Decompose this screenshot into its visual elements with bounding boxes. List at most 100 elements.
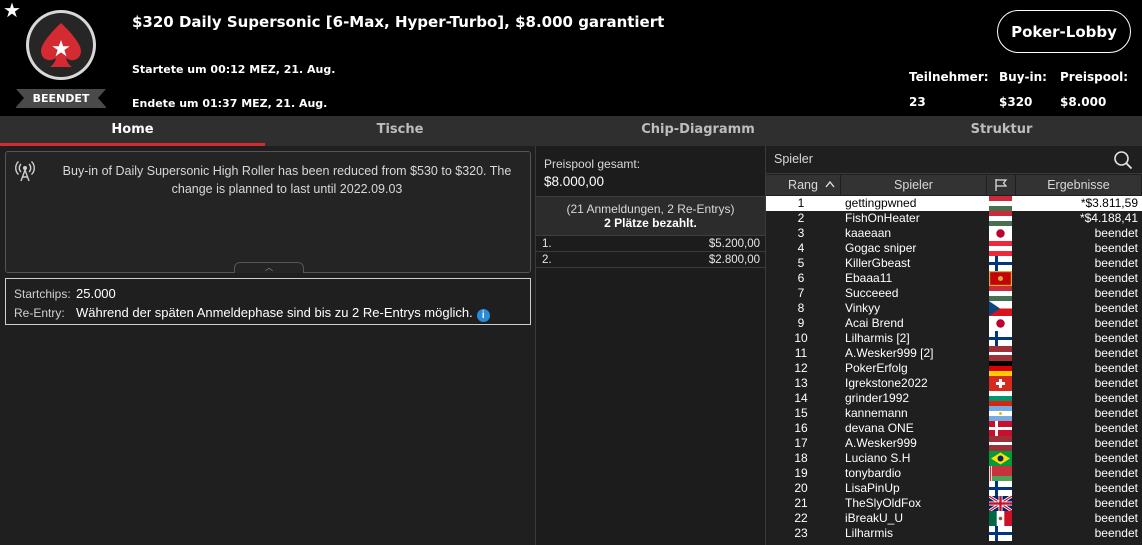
- player-name: tonybardio: [845, 466, 902, 480]
- player-row[interactable]: 2 FishOnHeater *$4.188,41: [766, 211, 1142, 226]
- player-name: FishOnHeater: [845, 211, 920, 225]
- player-name: devana ONE: [845, 421, 914, 435]
- player-row[interactable]: 21 TheSlyOldFox beendet: [766, 496, 1142, 511]
- player-result: beendet: [1094, 481, 1138, 495]
- player-name: Luciano S.H: [845, 451, 911, 465]
- payout-row: 2. $2.800,00: [536, 253, 765, 268]
- tab-structure[interactable]: Struktur: [861, 116, 1142, 146]
- player-result: *$3.811,59: [1080, 196, 1138, 210]
- tab-chip-chart[interactable]: Chip-Diagramm: [535, 116, 861, 146]
- player-rank: 10: [794, 331, 808, 345]
- status-badge: BEENDET: [16, 89, 106, 108]
- prizepool-panel: Preispool gesamt: $8.000,00 (21 Anmeldun…: [535, 146, 766, 545]
- info-icon[interactable]: i: [476, 309, 490, 322]
- flag-denmark-icon: [989, 421, 1012, 436]
- entries-summary: (21 Anmeldungen, 2 Re-Entrys) 2 Plätze b…: [536, 196, 765, 236]
- broadcast-icon: [15, 160, 35, 182]
- player-row[interactable]: 16 devana ONE beendet: [766, 421, 1142, 436]
- flag-hungary-icon: [989, 211, 1012, 226]
- tab-tables[interactable]: Tische: [265, 116, 535, 146]
- player-rank: 22: [794, 511, 808, 525]
- player-row[interactable]: 15 kannemann beendet: [766, 406, 1142, 421]
- player-row[interactable]: 11 A.Wesker999 [2] beendet: [766, 346, 1142, 361]
- player-rank: 11: [794, 346, 808, 360]
- player-name: Igrekstone2022: [845, 376, 928, 390]
- player-row[interactable]: 9 Acai Brend beendet: [766, 316, 1142, 331]
- tab-home[interactable]: Home: [0, 116, 265, 146]
- participants-label: Teilnehmer:: [909, 70, 989, 84]
- player-name: Lilharmis [2]: [845, 331, 910, 345]
- player-name: Gogac sniper: [845, 241, 917, 255]
- player-row[interactable]: 18 Luciano S.H beendet: [766, 451, 1142, 466]
- player-result: beendet: [1094, 316, 1138, 330]
- player-rank: 16: [794, 421, 808, 435]
- column-rank-header[interactable]: Rang: [766, 175, 841, 195]
- player-rank: 7: [797, 286, 805, 300]
- column-player-header[interactable]: Spieler: [841, 175, 987, 195]
- player-row[interactable]: 4 Gogac sniper beendet: [766, 241, 1142, 256]
- sort-ascending-icon[interactable]: [823, 176, 837, 194]
- player-row[interactable]: 6 Ebaaa11 beendet: [766, 271, 1142, 286]
- payout-position: 1.: [542, 238, 552, 250]
- flag-finland-icon: [989, 331, 1012, 346]
- player-row[interactable]: 7 Succeeed beendet: [766, 286, 1142, 301]
- player-result: *$4.188,41: [1079, 211, 1138, 225]
- prizepool-value: $8.000: [1060, 95, 1107, 109]
- poker-lobby-button[interactable]: Poker-Lobby: [997, 10, 1131, 53]
- player-result: beendet: [1094, 451, 1138, 465]
- collapse-chevron-icon[interactable]: ︿: [234, 262, 304, 273]
- player-result: beendet: [1094, 301, 1138, 315]
- player-name: LisaPinUp: [845, 481, 900, 495]
- column-flag-header[interactable]: [987, 175, 1016, 195]
- player-name: gettingpwned: [845, 196, 917, 210]
- player-rank: 19: [794, 466, 808, 480]
- flag-montenegro-icon: [989, 271, 1012, 286]
- player-name: Ebaaa11: [845, 271, 893, 285]
- player-row[interactable]: 19 tonybardio beendet: [766, 466, 1142, 481]
- player-name: grinder1992: [845, 391, 910, 405]
- flag-finland-icon: [989, 526, 1012, 541]
- flag-finland-icon: [989, 481, 1012, 496]
- player-rank: 21: [794, 496, 808, 510]
- player-rank: 12: [794, 361, 808, 375]
- player-row[interactable]: 10 Lilharmis [2] beendet: [766, 331, 1142, 346]
- favorite-star-icon[interactable]: ★: [3, 1, 23, 21]
- player-row[interactable]: 1 gettingpwned *$3.811,59: [766, 196, 1142, 211]
- player-row[interactable]: 17 A.Wesker999 beendet: [766, 436, 1142, 451]
- player-rank: 23: [794, 526, 808, 540]
- player-result: beendet: [1094, 526, 1138, 540]
- player-row[interactable]: 22 iBreakU_U beendet: [766, 511, 1142, 526]
- player-row[interactable]: 5 KillerGbeast beendet: [766, 256, 1142, 271]
- player-name: TheSlyOldFox: [845, 496, 922, 510]
- player-search[interactable]: Spieler: [766, 146, 1142, 174]
- search-input[interactable]: Spieler: [774, 152, 813, 166]
- search-icon[interactable]: [1113, 150, 1133, 170]
- flag-austria-icon: [989, 241, 1012, 256]
- flag-uk-icon: [989, 496, 1012, 511]
- player-row[interactable]: 20 LisaPinUp beendet: [766, 481, 1142, 496]
- notice-text: Buy-in of Daily Supersonic High Roller h…: [62, 164, 512, 196]
- player-row[interactable]: 23 Lilharmis beendet: [766, 526, 1142, 541]
- player-rank: 8: [797, 301, 805, 315]
- flag-belarus-icon: [989, 466, 1012, 481]
- home-panel: Buy-in of Daily Supersonic High Roller h…: [0, 146, 535, 545]
- player-rank: 3: [797, 226, 805, 240]
- tournament-header: ★ BEENDET $320 Daily Supersonic [6-Max, …: [0, 0, 1142, 116]
- player-rank: 18: [794, 451, 808, 465]
- reentry-value: Während der späten Anmeldephase sind bis…: [76, 305, 473, 320]
- player-result: beendet: [1094, 511, 1138, 525]
- player-row[interactable]: 8 Vinkyy beendet: [766, 301, 1142, 316]
- player-row[interactable]: 3 kaaeaan beendet: [766, 226, 1142, 241]
- startchips-row: Startchips: 25.000: [14, 286, 116, 301]
- player-row[interactable]: 14 grinder1992 beendet: [766, 391, 1142, 406]
- buyin-label: Buy-in:: [999, 70, 1047, 84]
- column-results-header[interactable]: Ergebnisse: [1016, 175, 1142, 195]
- player-result: beendet: [1094, 286, 1138, 300]
- player-result: beendet: [1094, 436, 1138, 450]
- flag-bulgaria-icon: [989, 391, 1012, 406]
- players-panel: Spieler Rang Spieler Ergebnisse 1 getting…: [766, 146, 1142, 545]
- player-row[interactable]: 12 PokerErfolg beendet: [766, 361, 1142, 376]
- player-rank: 2: [797, 211, 805, 225]
- player-row[interactable]: 13 Igrekstone2022 beendet: [766, 376, 1142, 391]
- reentry-row: Re-Entry: Während der späten Anmeldephase…: [14, 305, 490, 322]
